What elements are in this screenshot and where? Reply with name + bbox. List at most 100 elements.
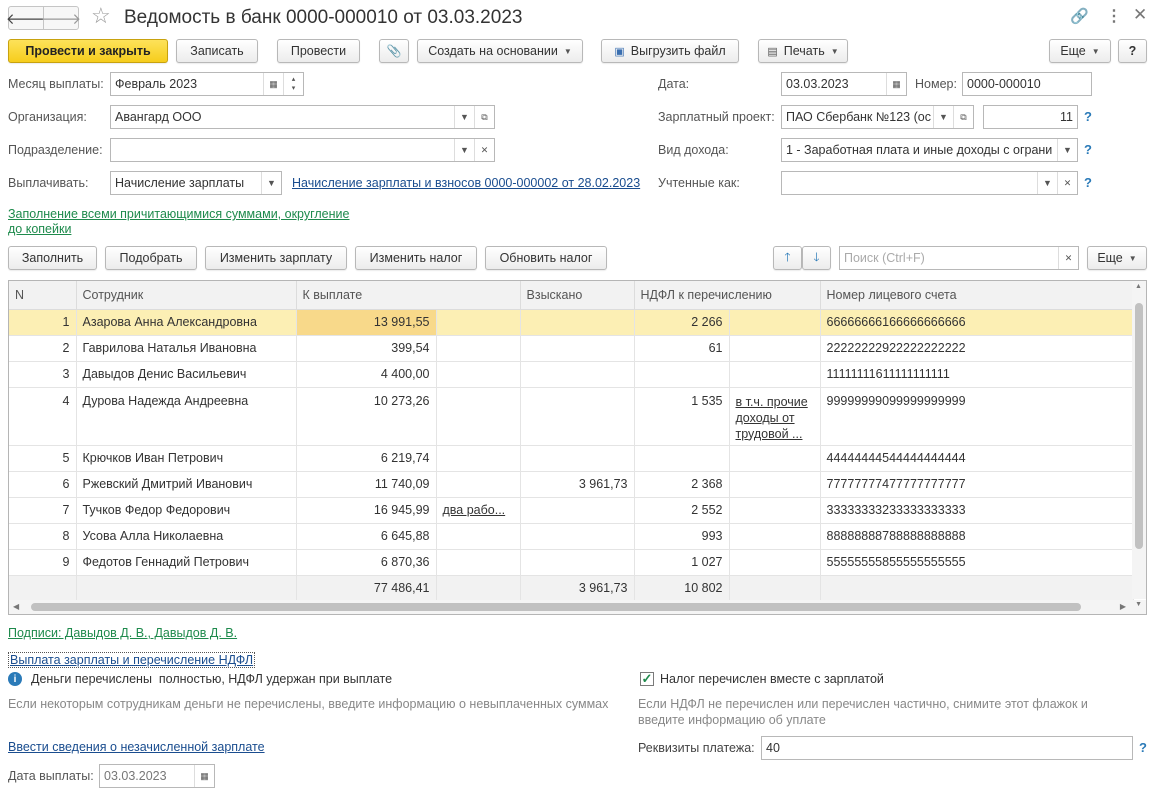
create-based-button[interactable]: Создать на основании ▼	[417, 39, 583, 63]
calendar-icon[interactable]: ▦	[194, 765, 214, 787]
move-down-button[interactable]: 🡓	[802, 246, 831, 270]
chevron-down-icon[interactable]: ▼	[261, 172, 281, 194]
ndfl-amount[interactable]: 2 266	[634, 309, 730, 336]
employee-name[interactable]: Тучков Федор Федорович	[76, 497, 297, 524]
ndfl-note[interactable]	[729, 309, 821, 336]
withheld-amount[interactable]	[520, 523, 635, 550]
table-row[interactable]: 9 Федотов Геннадий Петрович 6 870,36 1 027 5…	[9, 549, 1134, 576]
pay-details-field[interactable]: 40	[761, 736, 1133, 760]
ndfl-amount[interactable]	[634, 445, 730, 472]
pay-note-link[interactable]: два рабо...	[443, 503, 506, 517]
pay-note[interactable]	[436, 523, 521, 550]
print-button[interactable]: ▤ Печать ▼	[758, 39, 848, 63]
forward-button[interactable]: 🡒	[41, 6, 81, 30]
more-button[interactable]: Еще ▼	[1049, 39, 1111, 63]
ndfl-amount[interactable]: 2 368	[634, 471, 730, 498]
ndfl-amount[interactable]	[634, 361, 730, 388]
change-tax-button[interactable]: Изменить налог	[355, 246, 477, 270]
date-field[interactable]: 03.03.2023 ▦	[781, 72, 907, 96]
open-icon[interactable]: ⧉	[953, 106, 973, 128]
table-row[interactable]: 3 Давыдов Денис Васильевич 4 400,00 1111111…	[9, 361, 1134, 388]
counted-field[interactable]: ▼ ✕	[781, 171, 1078, 195]
table-row[interactable]: 1 Азарова Анна Александровна 13 991,55 2 26…	[9, 309, 1134, 336]
table-row[interactable]: 6 Ржевский Дмитрий Иванович 11 740,09 3 961…	[9, 471, 1134, 498]
row-number[interactable]: 1	[9, 309, 77, 336]
employee-name[interactable]: Давыдов Денис Васильевич	[76, 361, 297, 388]
unaccrued-salary-link[interactable]: Ввести сведения о незачисленной зарплате	[8, 740, 265, 754]
pay-note[interactable]	[436, 387, 521, 446]
to-pay-amount[interactable]: 10 273,26	[296, 387, 437, 446]
ndfl-note[interactable]	[729, 497, 821, 524]
row-number[interactable]: 3	[9, 361, 77, 388]
pay-field[interactable]: Начисление зарплаты ▼	[110, 171, 282, 195]
ndfl-note[interactable]	[729, 445, 821, 472]
employee-name[interactable]: Дурова Надежда Андреевна	[76, 387, 297, 446]
help-icon[interactable]: ?	[1084, 109, 1092, 124]
pay-date-field[interactable]: 03.03.2023 ▦	[99, 764, 215, 788]
export-file-button[interactable]: ▣ Выгрузить файл	[601, 39, 739, 63]
row-number[interactable]: 4	[9, 387, 77, 446]
search-input[interactable]: Поиск (Ctrl+F) ✕	[839, 246, 1079, 270]
help-icon[interactable]: ?	[1084, 142, 1092, 157]
ndfl-note[interactable]: в т.ч. прочие доходы от трудовой ...	[729, 387, 821, 446]
fill-mode-link-cont[interactable]: до копейки	[8, 222, 71, 236]
project-count-field[interactable]: 11	[983, 105, 1078, 129]
account-number[interactable]: 33333333233333333333	[820, 497, 1134, 524]
chevron-down-icon[interactable]: ▼	[933, 106, 953, 128]
row-number[interactable]: 6	[9, 471, 77, 498]
post-button[interactable]: Провести	[277, 39, 360, 63]
employee-name[interactable]: Крючков Иван Петрович	[76, 445, 297, 472]
withheld-amount[interactable]	[520, 335, 635, 362]
vertical-scrollbar[interactable]: ▲	[1132, 281, 1146, 599]
employee-name[interactable]: Гаврилова Наталья Ивановна	[76, 335, 297, 362]
to-pay-amount[interactable]: 11 740,09	[296, 471, 437, 498]
link-icon[interactable]: 🔗	[1070, 7, 1089, 25]
withheld-amount[interactable]: 3 961,73	[520, 471, 635, 498]
table-row[interactable]: 8 Усова Алла Николаевна 6 645,88 993 8888888…	[9, 523, 1134, 550]
clear-icon[interactable]: ✕	[1057, 172, 1077, 194]
help-icon[interactable]: ?	[1139, 740, 1147, 755]
ndfl-note-link[interactable]: в т.ч. прочие доходы от трудовой ...	[736, 395, 808, 441]
account-number[interactable]: 99999999099999999999	[820, 387, 1134, 446]
table-row[interactable]: 5 Крючков Иван Петрович 6 219,74 4444444454…	[9, 445, 1134, 472]
calendar-icon[interactable]: ▦	[263, 73, 283, 95]
withheld-amount[interactable]	[520, 361, 635, 388]
attach-button[interactable]: 📎	[379, 39, 409, 63]
ndfl-amount[interactable]: 61	[634, 335, 730, 362]
chevron-down-icon[interactable]: ▼	[454, 139, 474, 161]
org-field[interactable]: Авангард ООО ▼ ⧉	[110, 105, 495, 129]
account-number[interactable]: 55555555855555555555	[820, 549, 1134, 576]
col-account[interactable]: Номер лицевого счета	[820, 281, 1134, 310]
fill-button[interactable]: Заполнить	[8, 246, 97, 270]
account-number[interactable]: 88888888788888888888	[820, 523, 1134, 550]
row-number[interactable]: 5	[9, 445, 77, 472]
to-pay-amount[interactable]: 399,54	[296, 335, 437, 362]
employees-table[interactable]: N Сотрудник К выплате Взыскано НДФЛ к пе…	[8, 280, 1147, 615]
close-icon[interactable]: ✕	[1133, 5, 1147, 25]
payment-section-link[interactable]: Выплата зарплаты и перечисление НДФЛ	[8, 652, 256, 668]
pick-button[interactable]: Подобрать	[105, 246, 197, 270]
table-row[interactable]: 7 Тучков Федор Федорович 16 945,99 два рабо…	[9, 497, 1134, 524]
account-number[interactable]: 77777777477777777777	[820, 471, 1134, 498]
table-row[interactable]: 2 Гаврилова Наталья Ивановна 399,54 61 22222…	[9, 335, 1134, 362]
account-number[interactable]: 66666666166666666666	[820, 309, 1134, 336]
table-more-button[interactable]: Еще ▼	[1087, 246, 1147, 270]
tax-paid-checkbox[interactable]: ✓	[640, 671, 654, 686]
to-pay-amount[interactable]: 13 991,55	[296, 309, 437, 336]
withheld-amount[interactable]	[520, 549, 635, 576]
clear-icon[interactable]: ✕	[474, 139, 494, 161]
pay-note[interactable]	[436, 335, 521, 362]
help-icon[interactable]: ?	[1084, 175, 1092, 190]
payroll-doc-link[interactable]: Начисление зарплаты и взносов 0000-00000…	[292, 176, 640, 190]
account-number[interactable]: 44444444544444444444	[820, 445, 1134, 472]
income-field[interactable]: 1 - Заработная плата и иные доходы с огр…	[781, 138, 1078, 162]
ndfl-amount[interactable]: 1 027	[634, 549, 730, 576]
to-pay-amount[interactable]: 4 400,00	[296, 361, 437, 388]
account-number[interactable]: 22222222922222222222	[820, 335, 1134, 362]
ndfl-amount[interactable]: 2 552	[634, 497, 730, 524]
withheld-amount[interactable]	[520, 445, 635, 472]
pay-note[interactable]	[436, 445, 521, 472]
row-number[interactable]: 8	[9, 523, 77, 550]
back-button[interactable]: 🡐	[6, 6, 46, 30]
stepper[interactable]: ▴ ▾	[283, 73, 303, 95]
